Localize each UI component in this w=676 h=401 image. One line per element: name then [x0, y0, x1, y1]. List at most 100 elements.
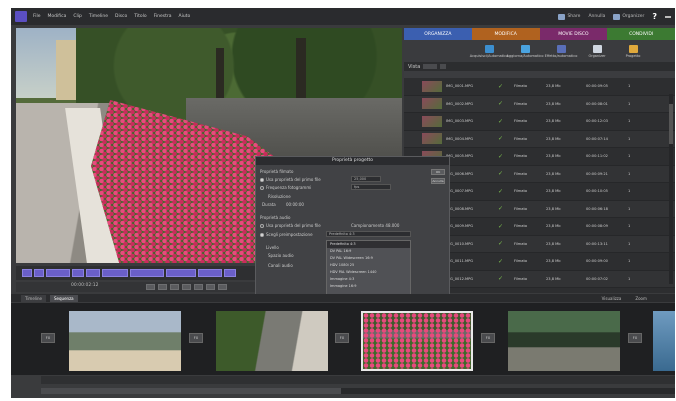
dropdown-option[interactable]: Immagine 16:9 — [327, 283, 410, 290]
menu-file[interactable]: File — [33, 14, 41, 19]
custom-rate-field[interactable]: fps — [351, 184, 391, 190]
fast-forward-button[interactable] — [194, 284, 203, 290]
list-item[interactable]: IMG_0004.MPG ✓ Filmato 23,8 Mb 00:00:07:14 1 — [404, 130, 675, 148]
share-label: Share — [567, 14, 581, 19]
menu-edit[interactable]: Modifica — [48, 14, 67, 19]
option-row[interactable]: Usa proprietà del primo file — [260, 177, 321, 182]
menu-disc[interactable]: Disco — [115, 14, 127, 19]
list-item[interactable]: IMG_0002.MPG ✓ Filmato 23,8 Mb 00:00:08:01 1 — [404, 95, 675, 113]
menu-title[interactable]: Titolo — [134, 14, 146, 19]
radio-icon[interactable] — [260, 186, 264, 190]
scroll-thumb[interactable] — [669, 104, 673, 144]
clip-block[interactable] — [130, 269, 164, 277]
clip-block[interactable] — [86, 269, 100, 277]
option-row[interactable]: Frequenza fotogrammi — [260, 185, 311, 190]
clip-thumbnail — [422, 98, 442, 110]
tab-share[interactable]: CONDIVIDI — [607, 28, 675, 40]
menu-clip[interactable]: Clip — [73, 14, 82, 19]
refresh-button[interactable]: Aggiorna/Automatico — [507, 44, 543, 58]
dropdown-option[interactable]: HDV PAL Widescreen 1440 — [327, 269, 410, 276]
transition-slot[interactable]: FX — [41, 333, 55, 343]
dropdown-option[interactable]: Immagine 4:3 — [327, 276, 410, 283]
option-row[interactable]: Scegli preimpostazione — [260, 232, 313, 237]
scene-thumbnail[interactable] — [653, 311, 675, 371]
menu-help[interactable]: Aiuto — [179, 14, 191, 19]
clip-duration: 00:00:09:05 — [586, 84, 608, 89]
checkmark-icon: ✓ — [498, 170, 504, 178]
minimize-icon[interactable] — [665, 15, 671, 18]
organizer-button[interactable]: Organizer — [613, 13, 644, 20]
dropdown-option[interactable]: DV PAL 16:9 — [327, 248, 410, 255]
organizer-tool-button[interactable]: Organizer — [583, 44, 611, 58]
tab-movie-disc[interactable]: MOVIE DISCO — [539, 28, 608, 40]
transition-slot[interactable]: FX — [335, 333, 349, 343]
undo-button[interactable]: Annulla — [588, 14, 605, 19]
clip-block[interactable] — [22, 269, 32, 277]
menu-window[interactable]: Finestra — [154, 14, 172, 19]
scene-thumbnail-selected[interactable] — [361, 311, 473, 371]
project-button[interactable]: Progetto — [619, 44, 647, 58]
tab-organize[interactable]: ORGANIZZA — [404, 28, 472, 40]
step-forward-button[interactable] — [182, 284, 191, 290]
scene-thumbnail[interactable] — [216, 311, 328, 371]
clip-block[interactable] — [72, 269, 84, 277]
list-item[interactable]: IMG_0003.MPG ✓ Filmato 23,8 Mb 00:00:12:03 1 — [404, 113, 675, 131]
tab-timeline[interactable]: Timeline — [21, 294, 47, 302]
menu-timeline[interactable]: Timeline — [89, 14, 108, 19]
dropdown-option[interactable]: Predefinito 4:3 — [327, 241, 410, 248]
clip-block[interactable] — [224, 269, 236, 277]
rewind-button[interactable] — [146, 284, 155, 290]
organizer-icon — [592, 44, 602, 53]
clip-usage: 1 — [628, 154, 631, 159]
dropdown-option[interactable]: HDV 1080i 25 — [327, 262, 410, 269]
scene-thumbnail[interactable] — [69, 311, 181, 371]
list-item[interactable]: IMG_0001.MPG ✓ Filmato 23,8 Mb 00:00:09:05 1 — [404, 78, 675, 96]
play-button[interactable] — [170, 284, 179, 290]
field-label: Canali audio — [268, 263, 293, 268]
cancel-button[interactable]: Annulla — [431, 178, 445, 184]
loop-button[interactable] — [206, 284, 215, 290]
clip-usage: 1 — [628, 224, 631, 229]
effects-button[interactable]: Effetto/automatico — [545, 44, 577, 58]
step-back-button[interactable] — [158, 284, 167, 290]
clip-block[interactable] — [198, 269, 222, 277]
clip-size: 23,8 Mb — [546, 101, 561, 106]
horizontal-scrollbar[interactable] — [41, 388, 675, 394]
clip-type: Filmato — [514, 119, 528, 124]
zoom-label[interactable]: Zoom — [635, 296, 647, 301]
clip-block[interactable] — [166, 269, 196, 277]
frame-rate-field[interactable]: 25,000 — [351, 176, 381, 182]
option-row[interactable]: Usa proprietà del primo file — [260, 223, 321, 228]
scene-thumbnail[interactable] — [508, 311, 620, 371]
preset-dropdown-list[interactable]: Predefinito 4:3 DV PAL 16:9 DV PAL Wides… — [326, 240, 411, 300]
transition-slot[interactable]: FX — [189, 333, 203, 343]
share-button[interactable]: Share — [558, 13, 581, 20]
sceneline-filmstrip[interactable]: FX FX FX FX FX — [11, 303, 675, 375]
clip-type: Filmato — [514, 189, 528, 194]
clip-block[interactable] — [102, 269, 128, 277]
clip-size: 23,8 Mb — [546, 84, 561, 89]
capture-button[interactable]: Acquisisci/Automatico — [470, 44, 508, 58]
dropdown-option[interactable]: DV PAL Widescreen 16:9 — [327, 255, 410, 262]
ok-button[interactable]: OK — [431, 169, 445, 175]
tab-sceneline[interactable]: Sequenza — [50, 294, 78, 302]
clip-duration: 00:00:07:02 — [586, 276, 608, 281]
preset-select[interactable]: Predefinito 4:3 — [326, 231, 411, 237]
scroll-thumb[interactable] — [41, 388, 341, 394]
list-scrollbar[interactable] — [669, 94, 673, 284]
filter-toggle[interactable] — [440, 64, 447, 69]
help-icon[interactable]: ? — [652, 12, 657, 21]
clip-usage: 1 — [628, 189, 631, 194]
clip-block[interactable] — [46, 269, 70, 277]
clip-size: 23,8 Mb — [546, 241, 561, 246]
transition-slot[interactable]: FX — [628, 333, 642, 343]
view-label[interactable]: Visualizza — [602, 296, 622, 301]
clip-block[interactable] — [34, 269, 44, 277]
volume-button[interactable] — [218, 284, 227, 290]
tab-edit[interactable]: MODIFICA — [471, 28, 540, 40]
filter-dropdown[interactable] — [423, 64, 438, 69]
radio-icon[interactable] — [260, 224, 264, 228]
transition-slot[interactable]: FX — [481, 333, 495, 343]
radio-icon[interactable] — [260, 233, 264, 237]
radio-icon[interactable] — [260, 178, 264, 182]
